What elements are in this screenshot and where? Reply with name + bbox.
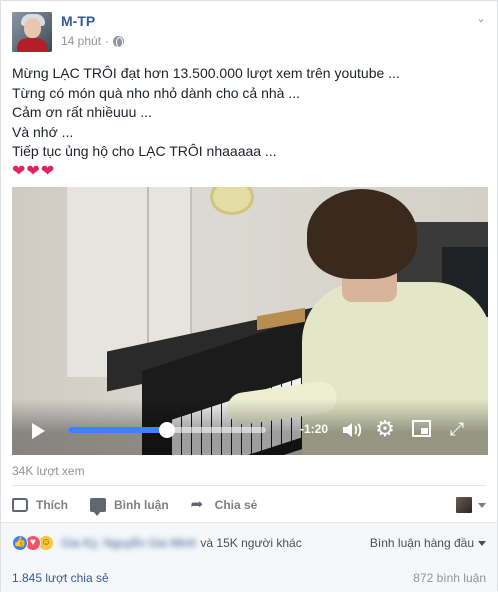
hearts-emoji: ❤❤❤ — [12, 162, 56, 180]
like-label: Thích — [36, 498, 68, 512]
video-time-remaining: -1:20 — [300, 422, 329, 436]
caret-down-icon — [478, 540, 486, 546]
reactor-others[interactable]: và 15K người khác — [200, 536, 301, 550]
gear-icon[interactable]: ⚙ — [374, 418, 396, 440]
comment-button[interactable]: Bình luận — [90, 498, 169, 516]
post-text: Mừng LẠC TRÔI đạt hơn 13.500.000 lượt xe… — [12, 64, 486, 182]
comment-count[interactable]: 872 bình luận — [413, 571, 486, 585]
picture-in-picture-icon[interactable] — [412, 420, 431, 437]
post-line: Cảm ơn rất nhiềuuu ... — [12, 104, 152, 120]
avatar-face — [24, 18, 41, 38]
post-actions: Thích Bình luận Chia sẻ — [12, 494, 486, 516]
timestamp-row: 14 phút · — [61, 32, 125, 50]
post-meta: M-TP 14 phút · — [61, 12, 125, 54]
reactions-section: 👍 ♥ ☺ Gia Kỳ, Nguyễn Gia Minh và 15K ngư… — [1, 522, 497, 592]
comment-label: Bình luận — [114, 498, 169, 512]
video-progress-handle[interactable] — [159, 422, 175, 438]
counts-row: 1.845 lượt chia sẻ 872 bình luận — [12, 571, 486, 585]
video-frame-door-edge — [147, 187, 149, 357]
like-reaction-icon[interactable]: 👍 — [12, 535, 28, 551]
video-frame-hair — [307, 189, 417, 279]
caret-down-icon — [478, 502, 486, 508]
video-progress-fill — [68, 427, 167, 433]
separator-dot: · — [105, 34, 110, 48]
comment-sort-label: Bình luận hàng đầu — [369, 536, 474, 550]
post-line: Mừng LẠC TRÔI đạt hơn 13.500.000 lượt xe… — [12, 65, 400, 81]
video-player[interactable]: -1:20 ⚙ ⤢ — [12, 187, 488, 455]
chevron-down-icon[interactable]: ⌄ — [475, 13, 487, 25]
post-timestamp[interactable]: 14 phút — [61, 32, 101, 50]
post-line: Từng có món quà nho nhỏ dành cho cả nhà … — [12, 84, 301, 101]
page-avatar — [456, 497, 472, 513]
share-count[interactable]: 1.845 lượt chia sẻ — [12, 571, 109, 585]
reactor-names[interactable]: Gia Kỳ, Nguyễn Gia Minh — [61, 536, 196, 550]
author-name[interactable]: M-TP — [61, 12, 124, 30]
volume-icon[interactable] — [342, 421, 364, 439]
page-selector[interactable] — [456, 497, 486, 513]
post-header: M-TP 14 phút · — [12, 12, 125, 54]
divider — [12, 485, 486, 486]
avatar-shirt — [17, 38, 47, 52]
globe-icon[interactable] — [113, 35, 125, 48]
like-button[interactable]: Thích — [12, 498, 68, 512]
video-progress-bar[interactable] — [68, 422, 266, 438]
view-count: 34K lượt xem — [12, 464, 85, 478]
comment-sort-dropdown[interactable]: Bình luận hàng đầu — [370, 536, 486, 550]
post-card: M-TP 14 phút · ⌄ Mừng LẠC TRÔI đạt hơn 1… — [0, 0, 498, 592]
share-button[interactable]: Chia sẻ — [191, 495, 258, 513]
reactions-row: 👍 ♥ ☺ Gia Kỳ, Nguyễn Gia Minh và 15K ngư… — [12, 534, 486, 552]
play-icon[interactable] — [32, 423, 45, 439]
post-line: Tiếp tục ủng hộ cho LẠC TRÔI nhaaaaa ... — [12, 143, 277, 159]
comment-icon — [90, 498, 106, 516]
post-line: Và nhớ ... — [12, 123, 74, 140]
share-label: Chia sẻ — [214, 498, 258, 512]
share-icon — [191, 495, 207, 513]
thumbs-up-icon — [12, 498, 28, 512]
fullscreen-icon[interactable]: ⤢ — [447, 419, 467, 439]
author-avatar[interactable] — [12, 12, 52, 52]
